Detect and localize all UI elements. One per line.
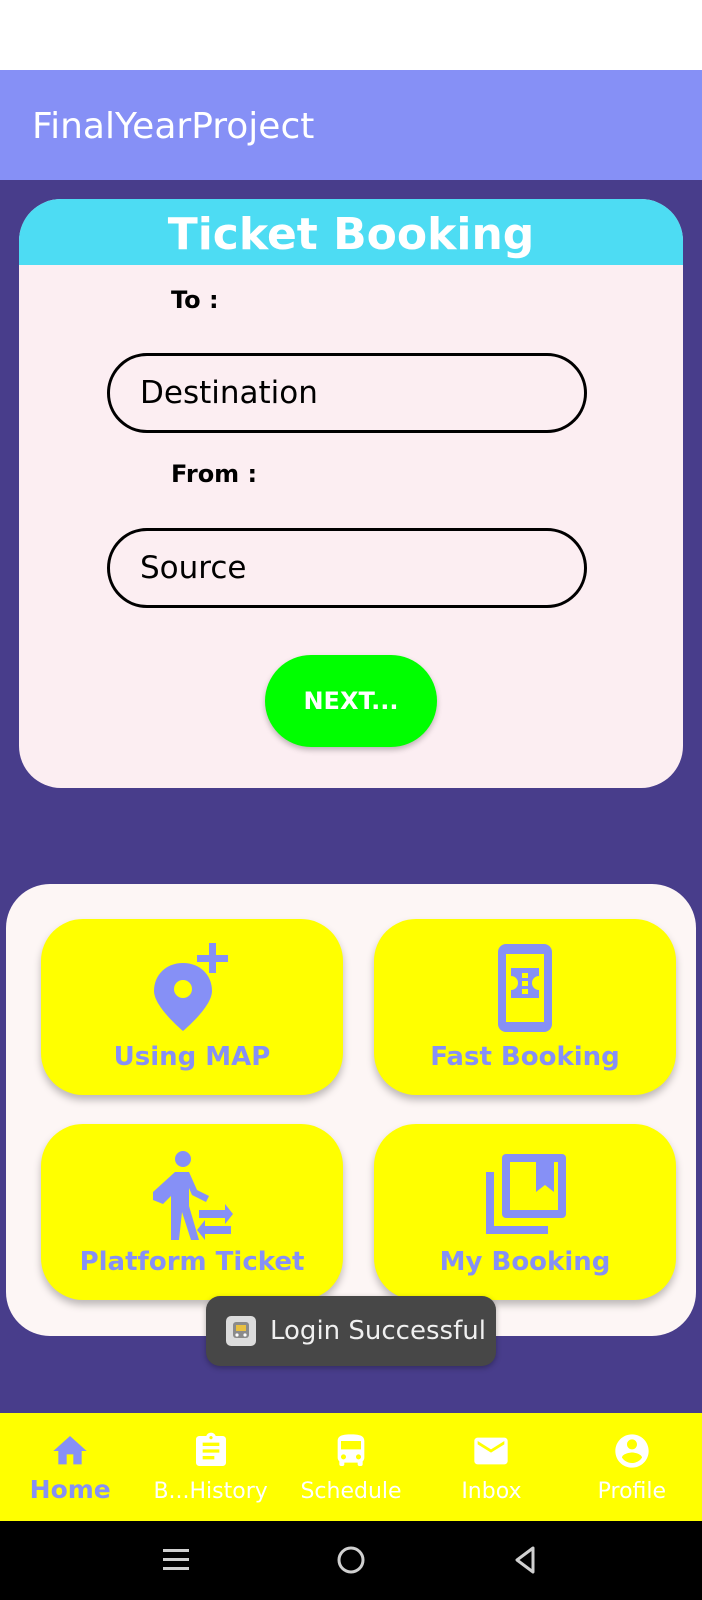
- nav-label-home: Home: [29, 1475, 111, 1504]
- source-input[interactable]: [107, 528, 587, 608]
- ticket-phone-icon: [374, 942, 676, 1034]
- quick-actions-panel: Using MAP Fast Booking Platform Ticket M…: [6, 884, 696, 1336]
- toast: Login Successful: [206, 1296, 496, 1366]
- bottom-navigation: Home B...History Schedule Inbox Profile: [0, 1413, 702, 1521]
- pedestrian-transfer-icon: [41, 1150, 343, 1242]
- nav-item-booking-history[interactable]: B...History: [140, 1413, 280, 1521]
- train-icon: [281, 1431, 421, 1471]
- card-title: Ticket Booking: [167, 209, 535, 260]
- app-title: FinalYearProject: [32, 106, 315, 147]
- nav-label-profile: Profile: [597, 1479, 667, 1504]
- back-icon[interactable]: [509, 1543, 543, 1577]
- my-booking-label: My Booking: [439, 1247, 611, 1277]
- next-button[interactable]: NEXT...: [265, 655, 437, 747]
- ticket-booking-card: Ticket Booking To : From : NEXT...: [19, 199, 683, 788]
- status-bar: [0, 0, 702, 70]
- mail-icon: [421, 1431, 561, 1471]
- app-icon: [226, 1316, 256, 1346]
- using-map-label: Using MAP: [113, 1042, 271, 1072]
- toast-text: Login Successful: [270, 1316, 486, 1346]
- nav-item-inbox[interactable]: Inbox: [421, 1413, 561, 1521]
- from-label: From :: [171, 460, 258, 488]
- nav-label-schedule: Schedule: [300, 1479, 402, 1504]
- home-icon: [0, 1431, 140, 1471]
- recents-icon[interactable]: [159, 1543, 193, 1577]
- bookmarks-library-icon: [374, 1152, 676, 1238]
- system-navigation-bar: [0, 1521, 702, 1600]
- using-map-button[interactable]: Using MAP: [41, 919, 343, 1095]
- nav-item-home[interactable]: Home: [0, 1413, 140, 1521]
- home-circle-icon[interactable]: [334, 1543, 368, 1577]
- fast-booking-button[interactable]: Fast Booking: [374, 919, 676, 1095]
- nav-item-profile[interactable]: Profile: [562, 1413, 702, 1521]
- destination-input[interactable]: [107, 353, 587, 433]
- nav-item-schedule[interactable]: Schedule: [281, 1413, 421, 1521]
- to-label: To :: [171, 286, 219, 314]
- platform-ticket-button[interactable]: Platform Ticket: [41, 1124, 343, 1300]
- nav-label-inbox: Inbox: [461, 1479, 522, 1504]
- my-booking-button[interactable]: My Booking: [374, 1124, 676, 1300]
- platform-ticket-label: Platform Ticket: [79, 1247, 305, 1277]
- clipboard-icon: [140, 1431, 280, 1471]
- fast-booking-label: Fast Booking: [430, 1042, 620, 1072]
- nav-label-booking-history: B...History: [153, 1479, 268, 1504]
- add-location-icon: [41, 941, 343, 1033]
- account-circle-icon: [562, 1431, 702, 1471]
